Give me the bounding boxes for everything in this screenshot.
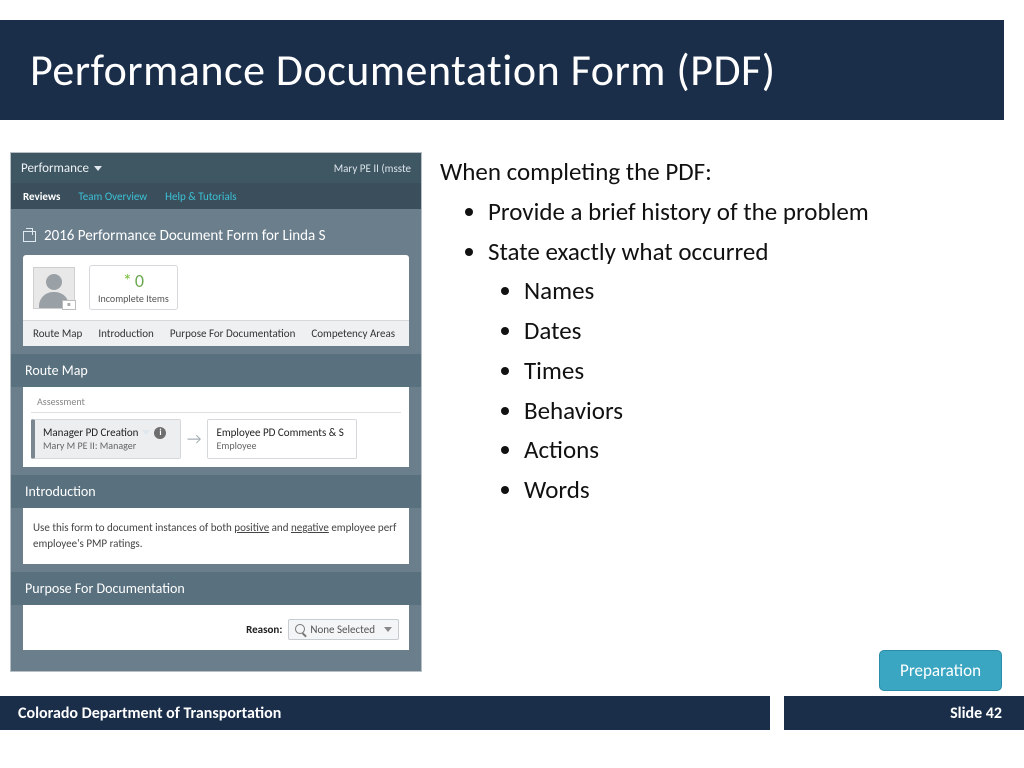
intro-text-pre: Use this form to document instances of b…: [33, 521, 234, 534]
popout-icon[interactable]: [23, 231, 36, 242]
chevron-down-icon: [384, 627, 392, 632]
form-title: 2016 Performance Document Form for Linda…: [44, 227, 326, 245]
app-screenshot: Performance Mary PE II (msste Reviews Te…: [10, 152, 422, 672]
title-bar: Performance Documentation Form (PDF): [0, 20, 1004, 120]
slide-title: Performance Documentation Form (PDF): [30, 43, 776, 97]
app-tabs: Reviews Team Overview Help & Tutorials: [11, 183, 421, 209]
chevron-down-icon: [142, 430, 150, 435]
avatar-head-icon: [46, 274, 62, 290]
preparation-badge: Preparation: [879, 650, 1002, 691]
intro-text-post: employee perf: [329, 521, 397, 534]
route-step-manager-sub: Mary M PE II: Manager: [43, 439, 172, 452]
reason-value: None Selected: [310, 623, 375, 636]
sub-words: Words: [524, 473, 1000, 507]
avatar[interactable]: ≡: [33, 267, 75, 309]
reason-label: Reason:: [246, 623, 282, 636]
footer-org: Colorado Department of Transportation: [0, 696, 770, 730]
bullet-state: State exactly what occurred: [488, 235, 1000, 269]
route-step-employee-title: Employee PD Comments & S: [216, 426, 343, 439]
content-sublist: Names Dates Times Behaviors Actions Word…: [488, 274, 1000, 507]
title-stripe: [1004, 20, 1024, 120]
tab-reviews[interactable]: Reviews: [23, 190, 60, 203]
bullet-history: Provide a brief history of the problem: [488, 195, 1000, 229]
intro-negative: negative: [291, 521, 329, 534]
route-map-body: Assessment Manager PD Creation i Mary M …: [23, 387, 409, 467]
section-tabs: Route Map Introduction Purpose For Docum…: [23, 320, 409, 346]
intro-positive: positive: [234, 521, 269, 534]
intro-text-mid: and: [269, 521, 291, 534]
route-steps: Manager PD Creation i Mary M PE II: Mana…: [31, 419, 401, 459]
arrow-right-icon: →: [187, 430, 201, 449]
purpose-body: Reason: None Selected: [23, 605, 409, 650]
footer-gap: [770, 696, 784, 730]
incomplete-label: Incomplete Items: [98, 292, 169, 305]
subtab-route-map[interactable]: Route Map: [33, 327, 82, 340]
avatar-badge-icon: ≡: [62, 300, 76, 310]
asterisk-icon: *: [123, 272, 132, 290]
summary-card: ≡ * 0 Incomplete Items: [23, 255, 409, 320]
sub-times: Times: [524, 354, 1000, 388]
performance-menu-label: Performance: [21, 161, 89, 176]
purpose-header: Purpose For Documentation: [11, 572, 421, 605]
info-icon[interactable]: i: [154, 427, 166, 439]
sub-names: Names: [524, 274, 1000, 308]
introduction-header: Introduction: [11, 475, 421, 508]
sub-actions: Actions: [524, 433, 1000, 467]
tab-team-overview[interactable]: Team Overview: [78, 190, 147, 203]
content-lead: When completing the PDF:: [440, 155, 1000, 189]
route-map-header: Route Map: [11, 354, 421, 387]
slide-content: When completing the PDF: Provide a brief…: [440, 155, 1000, 513]
route-step-employee[interactable]: Employee PD Comments & S Employee: [207, 419, 357, 459]
incomplete-count: 0: [135, 270, 144, 292]
content-list: Provide a brief history of the problem S…: [440, 195, 1000, 507]
route-step-manager-title: Manager PD Creation: [43, 426, 138, 439]
sub-dates: Dates: [524, 314, 1000, 348]
slide: Performance Documentation Form (PDF) Per…: [0, 0, 1024, 768]
current-user: Mary PE II (msste: [334, 162, 411, 175]
subtab-purpose[interactable]: Purpose For Documentation: [170, 327, 296, 340]
introduction-body: Use this form to document instances of b…: [23, 508, 409, 564]
performance-menu[interactable]: Performance: [21, 161, 102, 176]
sub-behaviors: Behaviors: [524, 394, 1000, 428]
intro-line2: employee's PMP ratings.: [33, 537, 143, 550]
search-icon: [295, 624, 305, 634]
route-step-employee-sub: Employee: [216, 439, 348, 452]
incomplete-items-tile[interactable]: * 0 Incomplete Items: [89, 265, 178, 310]
footer: Colorado Department of Transportation Sl…: [0, 696, 1024, 730]
app-topbar: Performance Mary PE II (msste: [11, 153, 421, 183]
assessment-label: Assessment: [31, 395, 401, 413]
subtab-introduction[interactable]: Introduction: [98, 327, 154, 340]
tab-help-tutorials[interactable]: Help & Tutorials: [165, 190, 236, 203]
subtab-competency[interactable]: Competency Areas: [311, 327, 395, 340]
incomplete-count-row: * 0: [98, 270, 169, 292]
route-step-manager-title-row: Manager PD Creation i: [43, 426, 172, 439]
route-step-manager[interactable]: Manager PD Creation i Mary M PE II: Mana…: [31, 419, 181, 459]
footer-slide-number: Slide 42: [784, 696, 1024, 730]
chevron-down-icon: [94, 166, 102, 171]
reason-dropdown[interactable]: None Selected: [288, 619, 399, 640]
form-header: 2016 Performance Document Form for Linda…: [11, 209, 421, 255]
